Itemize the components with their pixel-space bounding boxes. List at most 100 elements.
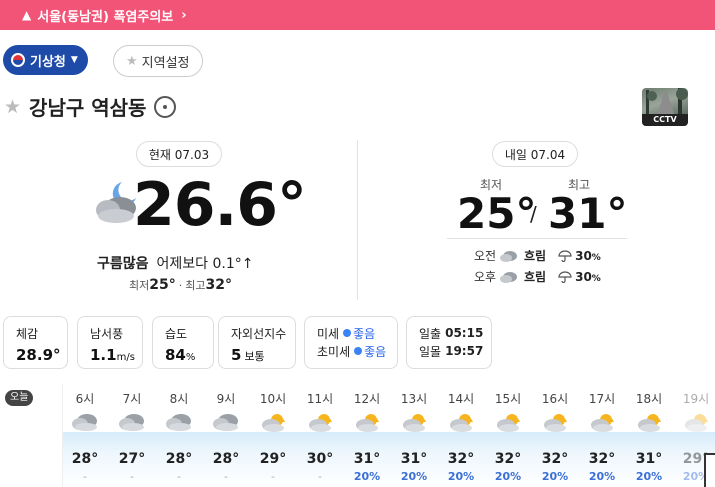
hour-label: 15시 (494, 392, 522, 406)
hour-label: 11시 (306, 392, 334, 406)
cloud-icon (71, 410, 99, 434)
max-temp: 32° (205, 277, 232, 293)
partly-sunny-icon (447, 410, 475, 434)
umbrella-icon (558, 249, 572, 262)
pm10-label: 미세 (317, 326, 340, 341)
partly-sunny-icon (588, 410, 616, 434)
hour-label: 16시 (541, 392, 569, 406)
wind-unit: m/s (116, 352, 135, 363)
location-name: 강남구 역삼동 (29, 96, 147, 120)
cctv-thumbnail[interactable]: CCTV (642, 88, 688, 126)
dust-card[interactable]: 미세 좋음 초미세 좋음 (304, 316, 398, 369)
hour-temperature: 31° (400, 451, 428, 467)
partly-sunny-icon (541, 410, 569, 434)
min-label: 최저 (129, 279, 150, 292)
sunrise-row: 일출 05:15 (419, 324, 491, 342)
cctv-road-image (646, 88, 688, 114)
humidity-unit: % (185, 352, 196, 363)
uv-value: 5 (231, 346, 242, 364)
today-badge: 오늘 (5, 390, 34, 406)
current-minmax: 최저 25° · 최고 32° (129, 277, 232, 293)
hour-temperature: 28° (165, 451, 193, 467)
pm-label: 오후 (474, 270, 497, 284)
alert-text: 서울(동남권) 폭염주의보 (37, 9, 174, 25)
wind-card[interactable]: 남서풍 1.1m/s (77, 316, 143, 369)
hour-temperature: 32° (588, 451, 616, 467)
hour-label: 17시 (588, 392, 616, 406)
chevron-down-icon: ▼ (70, 55, 78, 65)
pm-precip: 30% (575, 270, 601, 284)
hour-precip: 20% (400, 470, 428, 483)
hour-label: 10시 (259, 392, 287, 406)
locate-target-icon[interactable] (154, 95, 177, 118)
sunset-row: 일몰 19:57 (419, 342, 491, 360)
hour-label: 8시 (169, 392, 189, 406)
hour-label: 13시 (400, 392, 428, 406)
cloud-icon (500, 250, 517, 262)
tomorrow-date-badge: 내일 07.04 (492, 141, 578, 167)
pm-precip-value: 30 (575, 269, 592, 284)
region-settings-button[interactable]: ★ 지역설정 (113, 45, 203, 77)
hour-label: 12시 (353, 392, 381, 406)
hour-precip: 20% (353, 470, 381, 483)
hour-precip: - (224, 470, 228, 483)
tomorrow-max-temp: 31° (548, 189, 628, 238)
hour-temperature: 32° (541, 451, 569, 467)
weather-source-label: 기상청 (30, 54, 66, 70)
pm-precip-unit: % (591, 273, 601, 284)
am-label: 오전 (474, 249, 497, 263)
uv-card[interactable]: 자외선지수 5 보통 (218, 316, 296, 369)
hour-temperature: 31° (635, 451, 663, 467)
current-date-badge: 현재 07.03 (136, 141, 222, 167)
min-temp: 25° (149, 277, 176, 293)
partly-sunny-icon (635, 410, 663, 434)
humidity-value: 84 (165, 346, 186, 364)
sun-card[interactable]: 일출 05:15 일몰 19:57 (406, 316, 492, 369)
wind-value: 1.1 (90, 346, 117, 364)
tomorrow-am-row: 오전 흐림 30% (474, 247, 601, 264)
heat-alert-banner[interactable]: ▲ 서울(동남권) 폭염주의보 › (0, 0, 715, 30)
pm25-label: 초미세 (317, 344, 351, 359)
hour-precip: - (318, 470, 322, 483)
hour-label: 14시 (447, 392, 475, 406)
am-precip: 30% (575, 249, 601, 263)
hour-temperature: 32° (494, 451, 522, 467)
humidity-title: 습도 (165, 327, 188, 341)
am-condition: 흐림 (524, 249, 547, 263)
hour-temperature: 28° (71, 451, 99, 467)
hour-precip: - (271, 470, 275, 483)
feels-like-card[interactable]: 체감 28.9° (3, 316, 68, 369)
pm10-level: 좋음 (353, 326, 376, 341)
favorite-star-icon[interactable]: ★ (4, 96, 21, 118)
hour-temperature: 30° (306, 451, 334, 467)
partly-sunny-icon (306, 410, 334, 434)
hour-label: 18시 (635, 392, 663, 406)
hour-precip: - (130, 470, 134, 483)
pm25-row: 초미세 좋음 (317, 342, 397, 360)
tomorrow-slash: / (530, 202, 537, 226)
tomorrow-divider (447, 238, 627, 239)
am-precip-unit: % (591, 252, 601, 263)
hour-label: 6시 (75, 392, 95, 406)
pm25-status-dot (354, 347, 363, 355)
partly-sunny-icon (353, 410, 381, 434)
sunrise-time: 05:15 (445, 326, 484, 340)
humidity-card[interactable]: 습도 84% (152, 316, 214, 369)
hour-precip: - (177, 470, 181, 483)
cctv-label: CCTV (642, 114, 688, 126)
scroll-indicator[interactable] (704, 453, 715, 487)
hour-precip: 20% (635, 470, 663, 483)
pm10-status-dot (343, 329, 352, 337)
partly-sunny-icon (259, 410, 287, 434)
uv-level: 보통 (244, 350, 265, 363)
kma-logo-icon (11, 53, 25, 67)
star-icon: ★ (126, 53, 138, 69)
weather-source-button[interactable]: 기상청 ▼ (3, 45, 88, 75)
region-settings-label: 지역설정 (141, 55, 190, 71)
umbrella-icon (558, 270, 572, 283)
section-divider (357, 140, 358, 300)
hour-precip: 20% (494, 470, 522, 483)
current-condition-row: 구름많음 어제보다 0.1°↑ (97, 253, 254, 273)
sunset-time: 19:57 (445, 344, 484, 358)
cloud-icon (500, 271, 517, 283)
